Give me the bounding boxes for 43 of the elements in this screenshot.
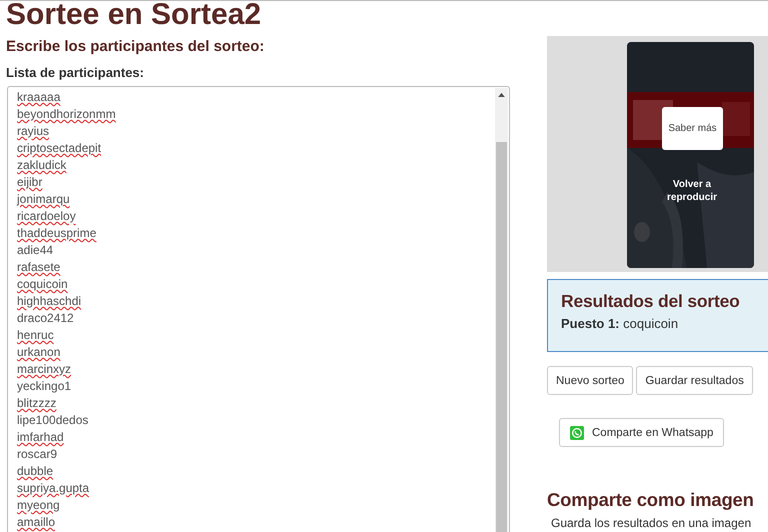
participant-name: criptosectadepit [17, 141, 102, 155]
participant-name: amaillo [17, 515, 56, 529]
participant-name: beyondhorizonmm [17, 107, 116, 121]
participant-name: rayius [17, 124, 50, 138]
page-title: Sortee en Sortea2 [6, 1, 262, 32]
chat-phone-icon [570, 426, 584, 440]
participant-name: yeckingo1 [17, 379, 72, 393]
participant-name: eijibr [17, 175, 42, 189]
replay-button[interactable]: Volver a reproducir [657, 178, 727, 204]
participant-name: lipe100dedos [17, 413, 88, 427]
action-button[interactable]: Guardar resultados [636, 366, 753, 395]
scrollbar[interactable] [495, 88, 508, 532]
participant-name: zakludick [17, 158, 66, 172]
participant-name: marcinxyz [17, 362, 72, 376]
participant-name: adie44 [17, 243, 54, 257]
participant-name: myeong [17, 498, 60, 512]
section-heading: Escribe los participantes del sorteo: [6, 38, 266, 55]
participant-name: coquicoin [17, 277, 68, 291]
participant-name: dubble [17, 464, 54, 478]
scrollbar-thumb[interactable] [496, 142, 507, 532]
section-description: Guarda los resultados en una imagen [551, 516, 752, 530]
participant-name: jonimarqu [17, 192, 70, 206]
participant-name: ricardoeloy [17, 209, 76, 223]
section-heading: Comparte como imagen [547, 489, 755, 511]
participant-name: thaddeusprime [17, 226, 96, 240]
field-label: Lista de participantes: [6, 65, 145, 80]
participants-field[interactable] [7, 86, 510, 532]
learn-more-button[interactable]: Saber más [662, 107, 723, 150]
participant-name: urkanon [17, 345, 60, 359]
results-title: Resultados del sorteo [561, 291, 741, 312]
participant-name: kraaaaa [17, 90, 60, 104]
participant-name: rafasete [17, 260, 60, 274]
participant-name: draco2412 [17, 311, 74, 325]
result-entry: Puesto 1: coquicoin [561, 316, 680, 331]
participant-name: imfarhad [17, 430, 64, 444]
participant-name: blitzzzz [17, 396, 56, 410]
whatsapp-share-button[interactable]: Comparte en Whatsapp [559, 418, 724, 447]
participant-name: roscar9 [17, 447, 58, 461]
participant-name: highhaschdi [17, 294, 82, 308]
participant-name: henruc [17, 328, 54, 342]
action-button[interactable]: Nuevo sorteo [547, 366, 634, 395]
participant-name: supriya.gupta [17, 481, 90, 495]
scroll-up-icon[interactable] [498, 92, 505, 97]
